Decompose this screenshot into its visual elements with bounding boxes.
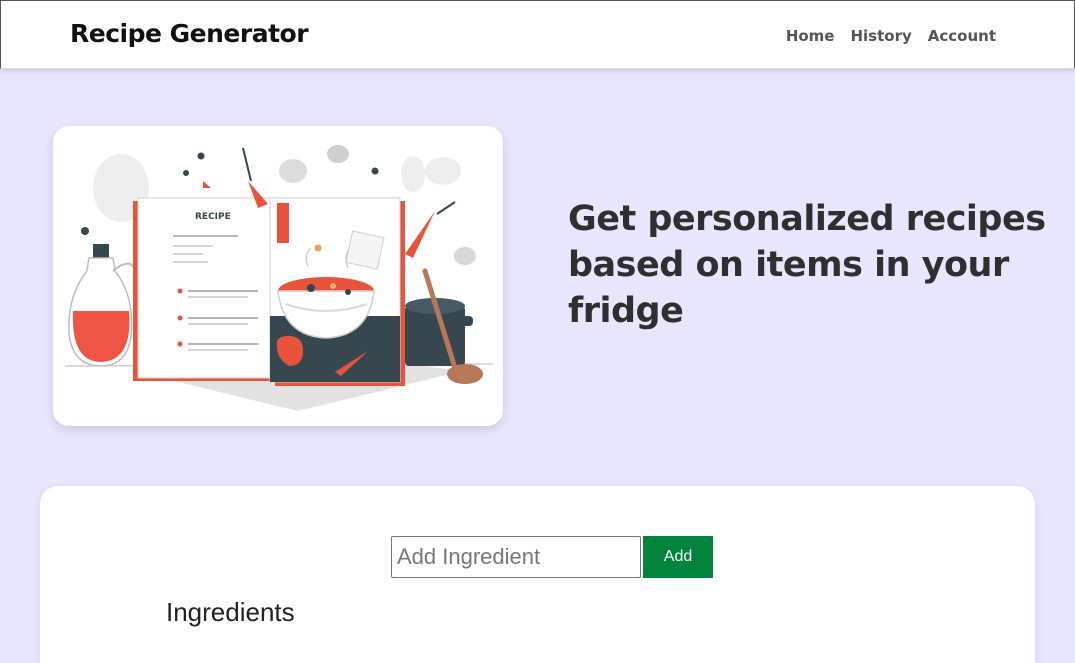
ingredients-heading: Ingredients xyxy=(166,597,295,627)
ingredient-form-card: Add Ingredients xyxy=(40,486,1035,663)
recipe-book-illustration: RECIPE xyxy=(64,145,494,411)
nav-links: Home History Account xyxy=(786,27,996,45)
nav-account-link[interactable]: Account xyxy=(928,27,996,45)
add-ingredient-input[interactable] xyxy=(391,536,641,578)
hero-illustration-card: RECIPE xyxy=(53,126,503,426)
navbar: Recipe Generator Home History Account xyxy=(0,0,1075,69)
nav-history-link[interactable]: History xyxy=(850,27,911,45)
nav-home-link[interactable]: Home xyxy=(786,27,835,45)
add-ingredient-button[interactable]: Add xyxy=(643,536,713,578)
hero-headline: Get personalized recipes based on items … xyxy=(568,199,1046,331)
book-label-text: RECIPE xyxy=(195,212,231,222)
brand-title[interactable]: Recipe Generator xyxy=(70,19,309,48)
